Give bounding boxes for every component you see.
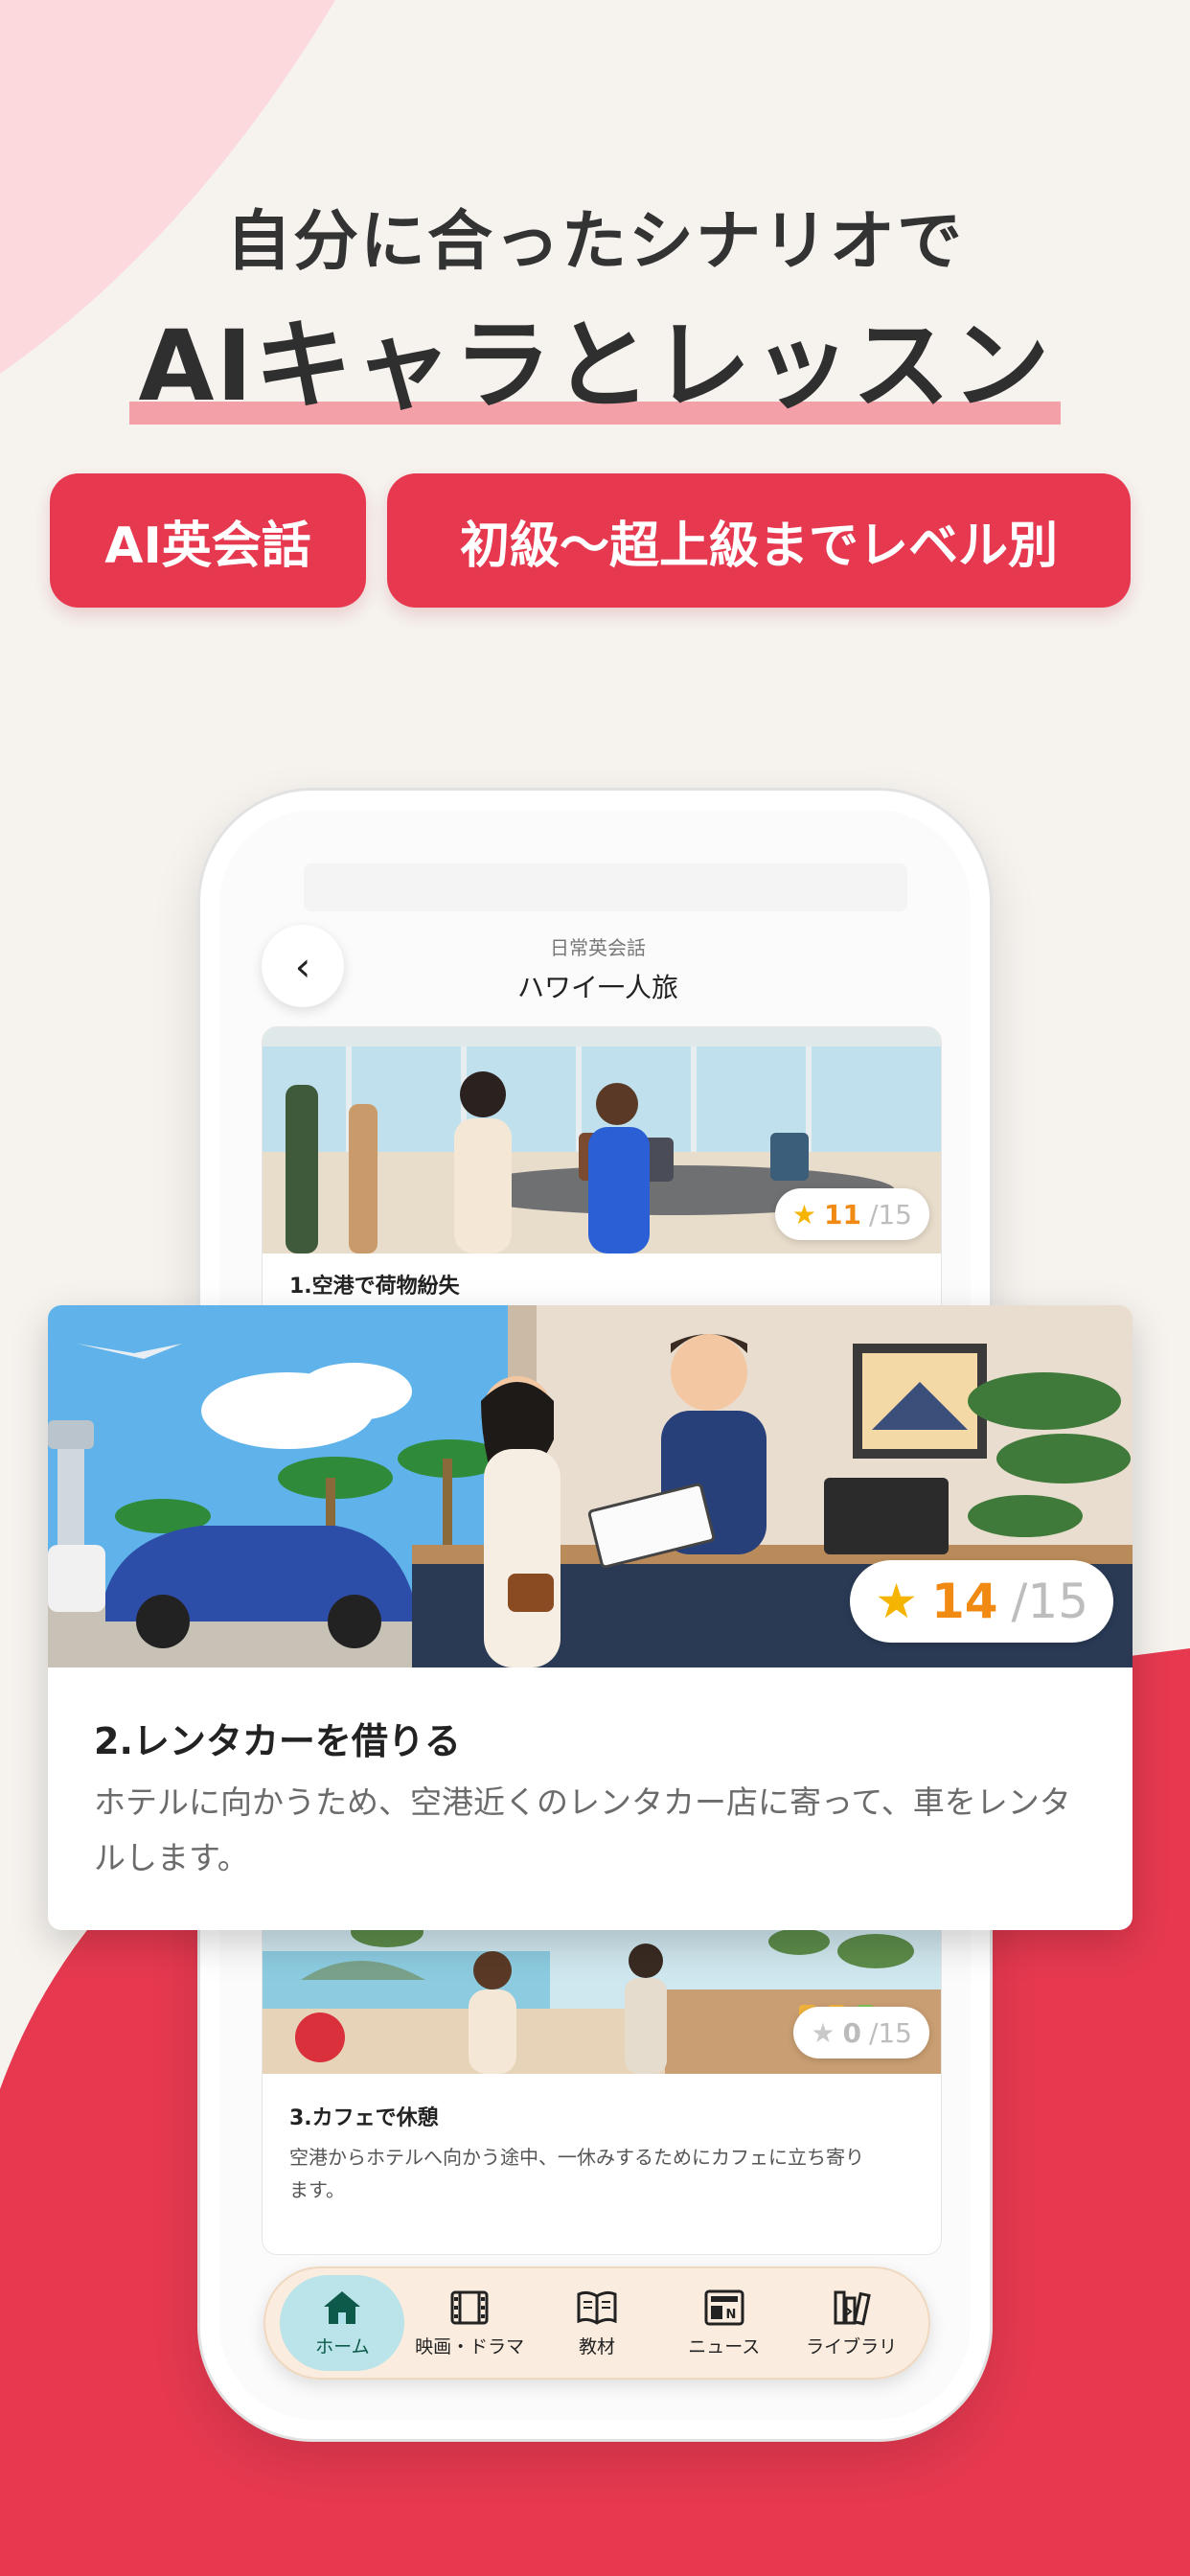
- tab-home[interactable]: ホーム: [280, 2275, 405, 2371]
- book-icon: [577, 2290, 617, 2325]
- star-outline-icon: ★: [811, 2016, 835, 2049]
- lesson-3-total: /15: [868, 2016, 912, 2049]
- star-icon: ★: [791, 1198, 816, 1230]
- tab-movies-dramas-label: 映画・ドラマ: [415, 2335, 525, 2358]
- lesson-2-description: ホテルに向かうため、空港近くのレンタカー店に寄って、車をレンタルします。: [94, 1783, 1071, 1876]
- lesson-3-score-badge: ★ 0 /15: [793, 2007, 929, 2058]
- feature-pill-levels: 初級〜超上級までレベル別: [387, 473, 1131, 608]
- tab-materials-label: 教材: [578, 2335, 615, 2358]
- star-icon: ★: [875, 1574, 918, 1629]
- lesson-2-total: /15: [1011, 1574, 1088, 1629]
- lesson-card-3[interactable]: ★ 0 /15 3.カフェで休憩 空港からホテルへ向かう途中、一休みするためにカ…: [262, 1912, 942, 2255]
- lesson-3-description: 空港からホテルへ向かう途中、一休みするためにカフェに立ち寄ります。: [289, 2146, 864, 2201]
- lesson-2-score-badge: ★ 14 /15: [850, 1560, 1113, 1643]
- lesson-3-score: 0: [842, 2016, 861, 2049]
- tab-news[interactable]: N ニュース: [662, 2275, 787, 2371]
- library-icon: [834, 2290, 871, 2325]
- news-icon: N: [704, 2289, 744, 2325]
- nav-subtitle: 日常英会話: [550, 936, 646, 959]
- lesson-1-score-badge: ★ 11 /15: [774, 1188, 929, 1240]
- tab-library-label: ライブラリ: [806, 2335, 898, 2358]
- lesson-3-title: 3.カフェで休憩: [289, 2106, 439, 2130]
- lesson-card-1[interactable]: ★ 11 /15 1.空港で荷物紛失: [262, 1026, 942, 1333]
- tab-library[interactable]: ライブラリ: [790, 2275, 914, 2371]
- lesson-1-score: 11: [823, 1198, 861, 1230]
- film-icon: [450, 2290, 489, 2324]
- tab-home-label: ホーム: [315, 2335, 370, 2358]
- headline-line1: 自分に合ったシナリオで: [225, 204, 964, 280]
- home-icon: [324, 2290, 361, 2324]
- tab-news-label: ニュース: [688, 2335, 761, 2358]
- lesson-1-title: 1.空港で荷物紛失: [289, 1275, 460, 1299]
- bottom-tab-bar: ホーム 映画・ドラマ 教材 N ニュース ライブラリ: [263, 2266, 930, 2380]
- status-bar: [304, 863, 907, 911]
- lesson-1-total: /15: [868, 1198, 912, 1230]
- nav-title: ハワイ一人旅: [516, 972, 678, 1003]
- feature-pill-ai-conversation: AI英会話: [50, 473, 366, 608]
- tab-materials[interactable]: 教材: [535, 2275, 659, 2371]
- tab-movies-dramas[interactable]: 映画・ドラマ: [407, 2275, 532, 2371]
- svg-text:N: N: [725, 2308, 736, 2322]
- lesson-2-score: 14: [930, 1574, 998, 1629]
- lesson-card-2-highlight[interactable]: ★ 14 /15 2.レンタカーを借りる ホテルに向かうため、空港近くのレンタカ…: [48, 1305, 1133, 1930]
- headline-line2: AIキャラとレッスン: [128, 288, 1062, 428]
- lesson-2-title: 2.レンタカーを借りる: [94, 1720, 461, 1762]
